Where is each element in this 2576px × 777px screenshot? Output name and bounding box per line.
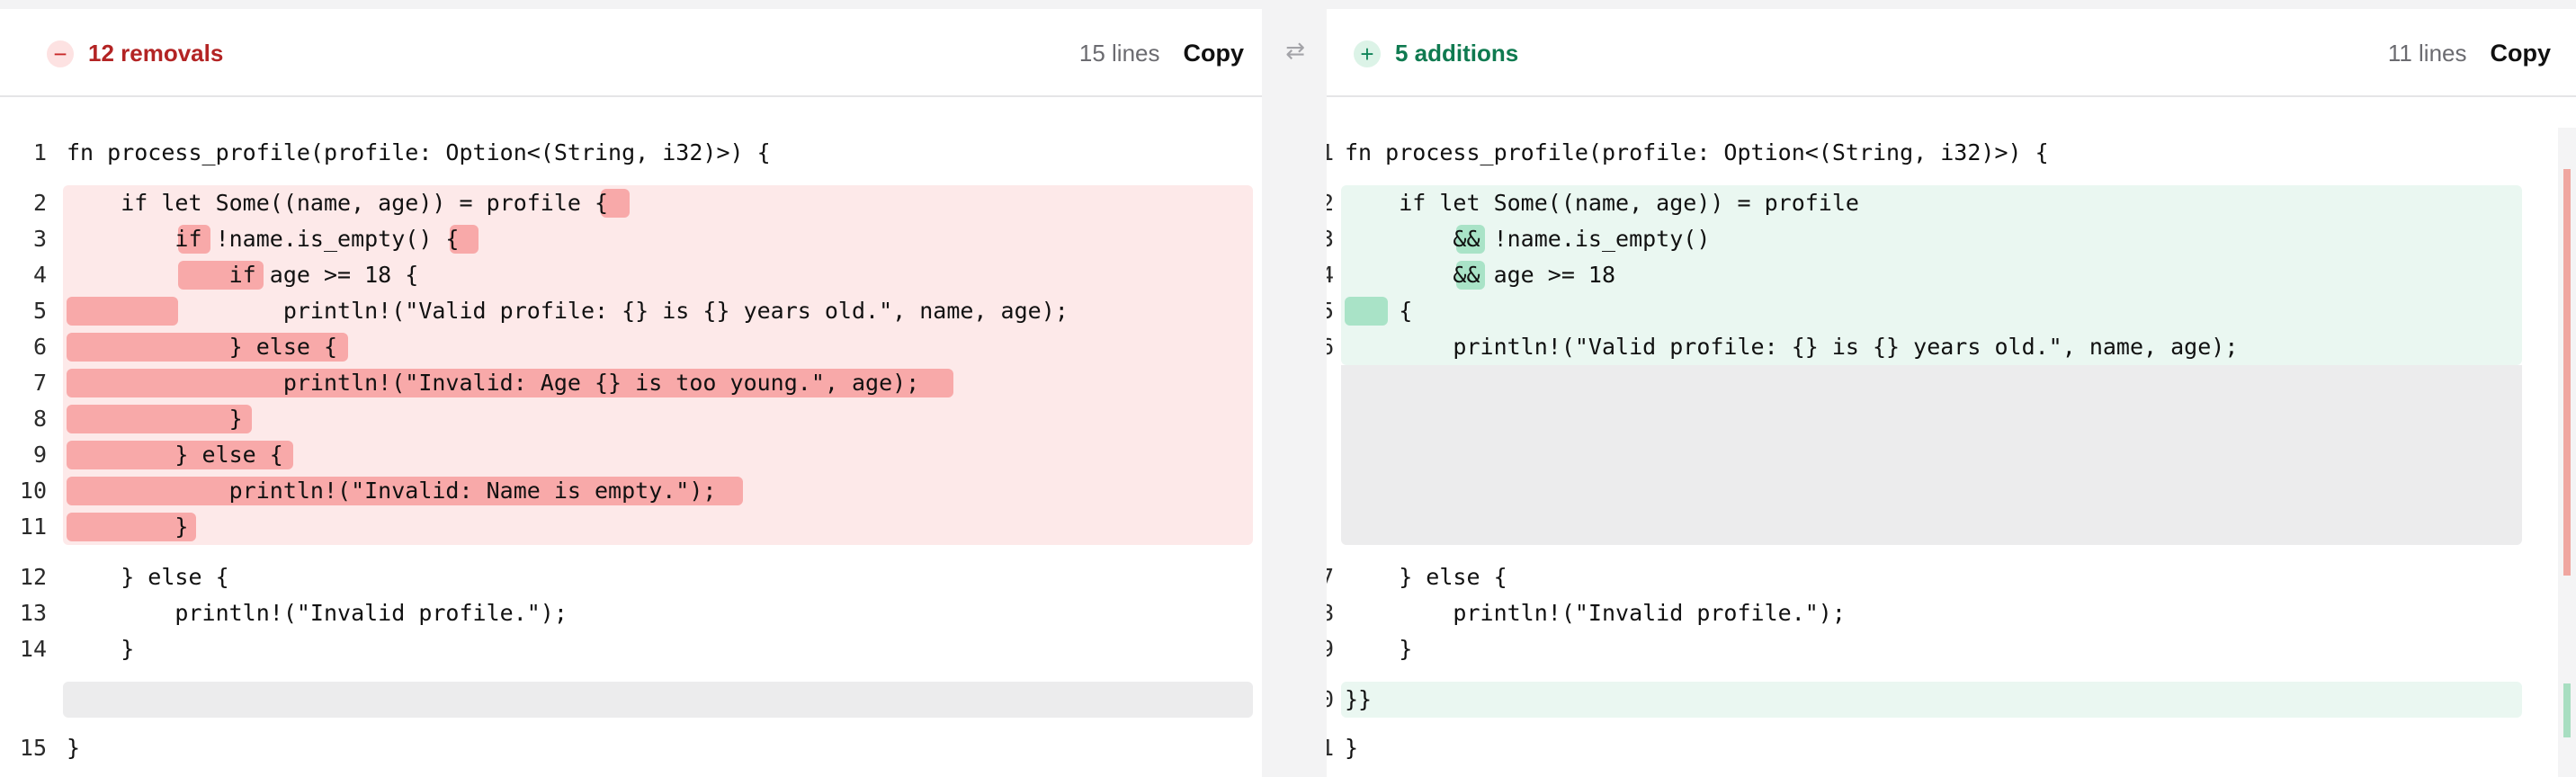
line-number: 2 bbox=[32, 190, 47, 216]
line-number: 12 bbox=[19, 564, 47, 590]
additions-header: + 5 additions 11 lines Copy bbox=[1327, 9, 2576, 97]
line-number: 3 bbox=[32, 226, 47, 252]
diff-scrollbar[interactable] bbox=[2558, 128, 2576, 777]
code-line: } else { bbox=[67, 442, 283, 468]
code-line: if let Some((name, age)) = profile bbox=[1345, 190, 1859, 216]
code-line: { bbox=[1345, 298, 1413, 324]
additions-count: 5 additions bbox=[1395, 40, 1519, 67]
code-line: println!("Invalid profile."); bbox=[1345, 600, 1846, 626]
additions-pane: + 5 additions 11 lines Copy 1 fn process… bbox=[1327, 9, 2576, 777]
line-number: 3 bbox=[1327, 226, 1334, 252]
addition-marker bbox=[2563, 683, 2571, 737]
code-line: if let Some((name, age)) = profile { bbox=[67, 190, 609, 216]
swap-arrows-icon[interactable]: ⇄ bbox=[1268, 34, 1322, 67]
line-number: 7 bbox=[32, 370, 47, 396]
line-number: 9 bbox=[32, 442, 47, 468]
line-number: 4 bbox=[32, 262, 47, 288]
code-line: println!("Invalid profile."); bbox=[67, 600, 568, 626]
code-line: && age >= 18 bbox=[1345, 262, 1616, 288]
code-line: } else { bbox=[1345, 564, 1507, 590]
code-line: } bbox=[67, 514, 189, 540]
code-line: } bbox=[67, 735, 81, 761]
code-line: }} bbox=[1345, 686, 1373, 712]
line-number: 5 bbox=[1327, 298, 1334, 324]
line-number: 7 bbox=[1327, 564, 1334, 590]
code-line: fn process_profile(profile: Option<(Stri… bbox=[1345, 139, 2049, 165]
line-number: 2 bbox=[1327, 190, 1334, 216]
plus-circle-icon: + bbox=[1354, 40, 1381, 67]
line-number: 13 bbox=[19, 600, 47, 626]
code-line: println!("Invalid: Age {} is too young."… bbox=[67, 370, 920, 396]
line-number: 1 bbox=[32, 139, 47, 165]
code-line: println!("Invalid: Name is empty."); bbox=[67, 478, 717, 504]
code-line: } else { bbox=[67, 334, 338, 360]
code-line: if !name.is_empty() { bbox=[67, 226, 460, 252]
code-line: } bbox=[1345, 735, 1359, 761]
line-number: 9 bbox=[1327, 636, 1334, 662]
line-number: 15 bbox=[19, 735, 47, 761]
code-line: println!("Valid profile: {} is {} years … bbox=[67, 298, 1069, 324]
added-block bbox=[1341, 682, 2522, 718]
removals-header: − 12 removals 15 lines Copy bbox=[0, 9, 1262, 97]
empty-block bbox=[1341, 365, 2522, 545]
code-line: println!("Valid profile: {} is {} years … bbox=[1345, 334, 2239, 360]
copy-left-button[interactable]: Copy bbox=[1184, 40, 1245, 67]
copy-right-button[interactable]: Copy bbox=[2491, 40, 2552, 67]
code-line: if age >= 18 { bbox=[67, 262, 419, 288]
line-number: 10 bbox=[19, 478, 47, 504]
code-line: } else { bbox=[67, 564, 229, 590]
line-number: 11 bbox=[1327, 735, 1334, 761]
removal-marker bbox=[2563, 169, 2571, 576]
line-number: 6 bbox=[32, 334, 47, 360]
right-lines-count: 11 lines bbox=[2387, 40, 2467, 67]
code-line: fn process_profile(profile: Option<(Stri… bbox=[67, 139, 771, 165]
line-number: 8 bbox=[1327, 600, 1334, 626]
empty-block bbox=[63, 682, 1253, 718]
line-number: 10 bbox=[1327, 686, 1334, 712]
removals-count: 12 removals bbox=[88, 40, 224, 67]
line-number: 4 bbox=[1327, 262, 1334, 288]
line-number: 1 bbox=[1327, 139, 1334, 165]
line-number: 11 bbox=[19, 514, 47, 540]
code-line: } bbox=[67, 406, 243, 432]
code-line: } bbox=[67, 636, 135, 662]
minus-circle-icon: − bbox=[47, 40, 74, 67]
code-line: } bbox=[1345, 636, 1413, 662]
line-number: 6 bbox=[1327, 334, 1334, 360]
left-lines-count: 15 lines bbox=[1078, 40, 1160, 67]
code-line: && !name.is_empty() bbox=[1345, 226, 1711, 252]
line-number: 5 bbox=[32, 298, 47, 324]
line-number: 8 bbox=[32, 406, 47, 432]
line-number: 14 bbox=[19, 636, 47, 662]
removals-pane: − 12 removals 15 lines Copy 1 fn process… bbox=[0, 9, 1262, 777]
